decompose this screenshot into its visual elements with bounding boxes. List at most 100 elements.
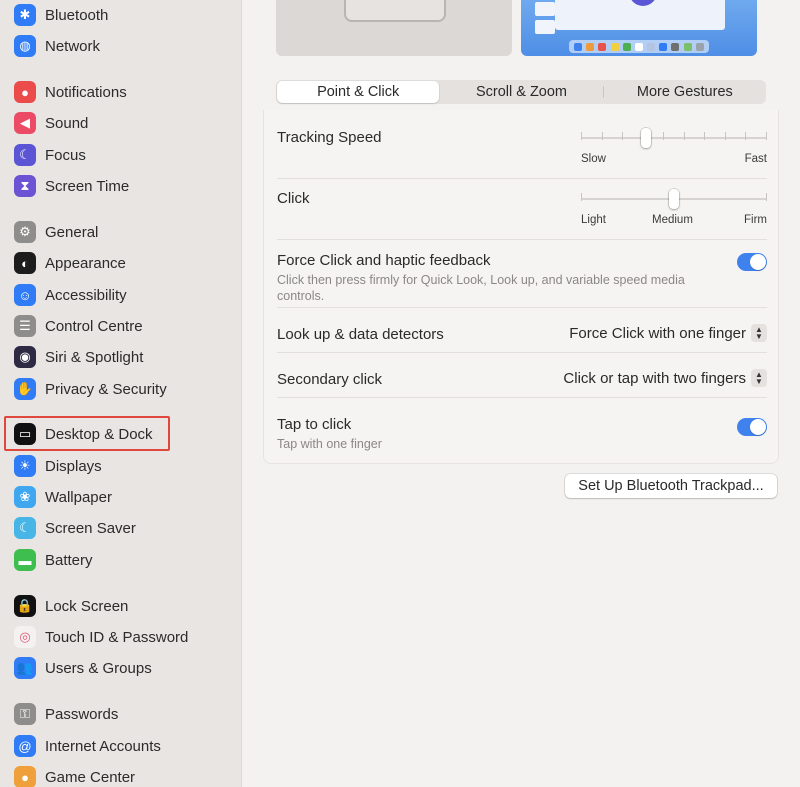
sidebar-item-label: General (45, 223, 99, 241)
game-center-icon: ● (14, 766, 36, 787)
sidebar-item-control-centre[interactable]: ☰ Control Centre (14, 313, 234, 339)
sidebar-item-internet-accounts[interactable]: @ Internet Accounts (14, 733, 234, 759)
preview-dock (569, 40, 709, 53)
sidebar-item-label: Game Center (45, 768, 136, 786)
click-pressure-slider[interactable] (581, 189, 767, 209)
bluetooth-icon: ✱ (14, 4, 36, 26)
sidebar-item-privacy-security[interactable]: ✋ Privacy & Security (14, 376, 234, 402)
slider-tick (663, 132, 664, 140)
force-click-toggle[interactable] (737, 253, 767, 271)
slider-knob[interactable] (641, 128, 651, 148)
slider-track (581, 137, 767, 139)
force-click-row: Force Click and haptic feedback Click th… (277, 240, 767, 308)
secondary-click-popup[interactable]: Click or tap with two fingers ▲ ▼ (563, 369, 767, 387)
sidebar-item-label: Desktop & Dock (45, 425, 153, 443)
sidebar-item-displays[interactable]: ☀ Displays (14, 453, 234, 479)
sidebar-item-battery[interactable]: ▬ Battery (14, 547, 234, 573)
slider-medium-label: Medium (652, 214, 693, 226)
slider-knob[interactable] (669, 189, 679, 209)
tap-to-click-row: Tap to click Tap with one finger (277, 398, 767, 454)
sidebar-item-label: Focus (45, 146, 86, 164)
slider-light-label: Light (581, 214, 606, 226)
sidebar-item-network[interactable]: ◍ Network (14, 33, 234, 59)
look-up-value: Force Click with one finger (569, 324, 746, 342)
screen-saver-icon: ☾ (14, 517, 36, 539)
sidebar-item-appearance[interactable]: ◐ Appearance (14, 250, 234, 276)
main-pane: Point & Click Scroll & Zoom More Gesture… (243, 0, 800, 787)
sidebar-item-game-center[interactable]: ● Game Center (14, 764, 234, 787)
tap-to-click-description: Tap with one finger (277, 437, 382, 451)
slider-firm-label: Firm (744, 214, 767, 226)
chevron-up-down-icon: ▲ ▼ (751, 324, 767, 342)
tracking-speed-label: Tracking Speed (277, 129, 382, 146)
focus-moon-icon: ☾ (14, 144, 36, 166)
slider-tick (766, 132, 767, 140)
preview-sidebar-tile (535, 2, 555, 16)
sidebar-item-sound[interactable]: ◀ Sound (14, 110, 234, 136)
sidebar-item-label: Screen Saver (45, 519, 136, 537)
sidebar-item-screen-time[interactable]: ⧗ Screen Time (14, 173, 234, 199)
look-up-popup[interactable]: Force Click with one finger ▲ ▼ (569, 324, 767, 342)
users-icon: 👥 (14, 657, 36, 679)
sidebar-item-focus[interactable]: ☾ Focus (14, 142, 234, 168)
click-label: Click (277, 190, 310, 207)
sound-icon: ◀ (14, 112, 36, 134)
sidebar-item-wallpaper[interactable]: ❀ Wallpaper (14, 484, 234, 510)
displays-sun-icon: ☀ (14, 455, 36, 477)
slider-tick (581, 193, 582, 201)
network-globe-icon: ◍ (14, 35, 36, 57)
sidebar-item-screen-saver[interactable]: ☾ Screen Saver (14, 515, 234, 541)
tab-bar: Point & Click Scroll & Zoom More Gesture… (276, 80, 766, 104)
secondary-click-value: Click or tap with two fingers (563, 369, 746, 387)
sidebar-item-general[interactable]: ⚙ General (14, 219, 234, 245)
sidebar-item-users-groups[interactable]: 👥 Users & Groups (14, 655, 234, 681)
sidebar-item-label: Battery (45, 551, 93, 569)
slider-tick (581, 132, 582, 140)
sidebar-item-label: Internet Accounts (45, 737, 161, 755)
notifications-icon: ● (14, 81, 36, 103)
preview-window (555, 0, 725, 30)
slider-tick (745, 132, 746, 140)
gesture-video-preview (521, 0, 757, 56)
secondary-click-label: Secondary click (277, 371, 383, 388)
sidebar-item-label: Users & Groups (45, 659, 152, 677)
slider-tick (704, 132, 705, 140)
sidebar-item-accessibility[interactable]: ☺ Accessibility (14, 282, 234, 308)
tab-more-gestures[interactable]: More Gestures (604, 80, 766, 104)
slider-tick (684, 132, 685, 140)
sidebar-item-label: Appearance (45, 254, 126, 272)
force-click-description: Click then press firmly for Quick Look, … (277, 273, 685, 303)
sidebar-item-siri-spotlight[interactable]: ◉ Siri & Spotlight (14, 344, 234, 370)
set-up-bluetooth-trackpad-button[interactable]: Set Up Bluetooth Trackpad... (565, 474, 777, 498)
sidebar-item-label: Wallpaper (45, 488, 112, 506)
hand-icon: ✋ (14, 378, 36, 400)
slider-tick (622, 132, 623, 140)
sidebar-item-desktop-dock[interactable]: ▭ Desktop & Dock (14, 421, 234, 447)
sidebar-item-label: Siri & Spotlight (45, 348, 144, 366)
sidebar-item-label: Notifications (45, 83, 127, 101)
look-up-label: Look up & data detectors (277, 326, 444, 343)
force-click-label: Force Click and haptic feedback (277, 252, 491, 269)
secondary-click-row: Secondary click Click or tap with two fi… (277, 353, 767, 398)
slider-tick (602, 132, 603, 140)
tap-to-click-label: Tap to click (277, 416, 352, 433)
trackpad-illustration (344, 0, 446, 22)
slider-tick (766, 193, 767, 201)
tracking-speed-row: Tracking Speed Slow Fast (277, 118, 767, 179)
sidebar-item-notifications[interactable]: ● Notifications (14, 79, 234, 105)
trackpad-preview (276, 0, 512, 56)
sidebar-item-label: Lock Screen (45, 597, 129, 615)
tab-point-click[interactable]: Point & Click (277, 81, 440, 103)
sidebar-item-label: Screen Time (45, 177, 130, 195)
sidebar-item-passwords[interactable]: ⚿ Passwords (14, 701, 234, 727)
desktop-dock-icon: ▭ (14, 423, 36, 445)
preview-sidebar-tile (535, 20, 555, 34)
settings-card: Tracking Speed Slow Fast Click Light Med… (263, 110, 779, 464)
tab-scroll-zoom[interactable]: Scroll & Zoom (440, 80, 602, 104)
sidebar-item-lock-screen[interactable]: 🔒 Lock Screen (14, 593, 234, 619)
lock-icon: 🔒 (14, 595, 36, 617)
tracking-speed-slider[interactable] (581, 128, 767, 148)
tap-to-click-toggle[interactable] (737, 418, 767, 436)
sidebar-item-touch-id-password[interactable]: ◎ Touch ID & Password (14, 624, 234, 650)
sidebar-item-bluetooth[interactable]: ✱ Bluetooth (14, 2, 234, 28)
